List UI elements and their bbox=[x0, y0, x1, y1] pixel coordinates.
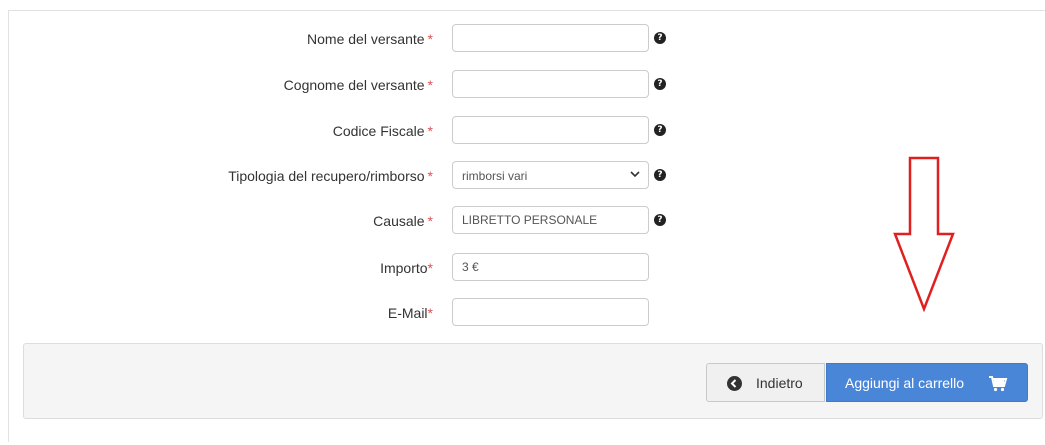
importo-input[interactable] bbox=[452, 253, 649, 281]
cognome-versante-input[interactable] bbox=[452, 70, 649, 98]
chevron-left-circle-icon bbox=[727, 376, 742, 391]
back-button-label: Indietro bbox=[756, 375, 803, 391]
help-icon[interactable]: ? bbox=[654, 214, 666, 226]
shopping-cart-icon bbox=[989, 376, 1008, 392]
tipologia-selected-value: rimborsi vari bbox=[462, 169, 528, 183]
add-to-cart-button[interactable]: Aggiungi al carrello bbox=[826, 363, 1028, 402]
form-row-causale: Causale* ? bbox=[0, 206, 1045, 236]
form-row-cognome: Cognome del versante * ? bbox=[0, 70, 1045, 100]
form-row-nome: Nome del versante * ? bbox=[0, 24, 1045, 54]
field-label-importo: Importo* bbox=[380, 260, 433, 276]
field-label-codice-fiscale: Codice Fiscale * bbox=[332, 123, 433, 139]
form-row-email: E-Mail* bbox=[0, 298, 1045, 328]
chevron-down-icon bbox=[630, 171, 640, 178]
codice-fiscale-input[interactable] bbox=[452, 116, 649, 144]
help-icon[interactable]: ? bbox=[654, 124, 666, 136]
form-row-codice-fiscale: Codice Fiscale * ? bbox=[0, 116, 1045, 146]
help-icon[interactable]: ? bbox=[654, 78, 666, 90]
add-to-cart-label: Aggiungi al carrello bbox=[845, 375, 965, 391]
field-label-tipologia: Tipologia del recupero/rimborso * bbox=[228, 168, 433, 184]
email-input[interactable] bbox=[452, 298, 649, 326]
help-icon[interactable]: ? bbox=[654, 169, 666, 181]
back-button[interactable]: Indietro bbox=[706, 363, 825, 402]
causale-input[interactable] bbox=[452, 206, 649, 234]
field-label-cognome: Cognome del versante * bbox=[283, 77, 433, 93]
field-label-causale: Causale * bbox=[373, 213, 433, 229]
form-row-importo: Importo* bbox=[0, 253, 1045, 283]
nome-versante-input[interactable] bbox=[452, 24, 649, 52]
tipologia-select[interactable]: rimborsi vari bbox=[452, 161, 649, 189]
red-arrow-annotation bbox=[893, 156, 955, 312]
form-actions-bar: Indietro Aggiungi al carrello bbox=[23, 343, 1043, 419]
field-label-email: E-Mail* bbox=[387, 305, 433, 321]
form-row-tipologia: Tipologia del recupero/rimborso * rimbors… bbox=[0, 161, 1045, 191]
field-label-nome: Nome del versante * bbox=[307, 31, 433, 47]
help-icon[interactable]: ? bbox=[654, 32, 666, 44]
